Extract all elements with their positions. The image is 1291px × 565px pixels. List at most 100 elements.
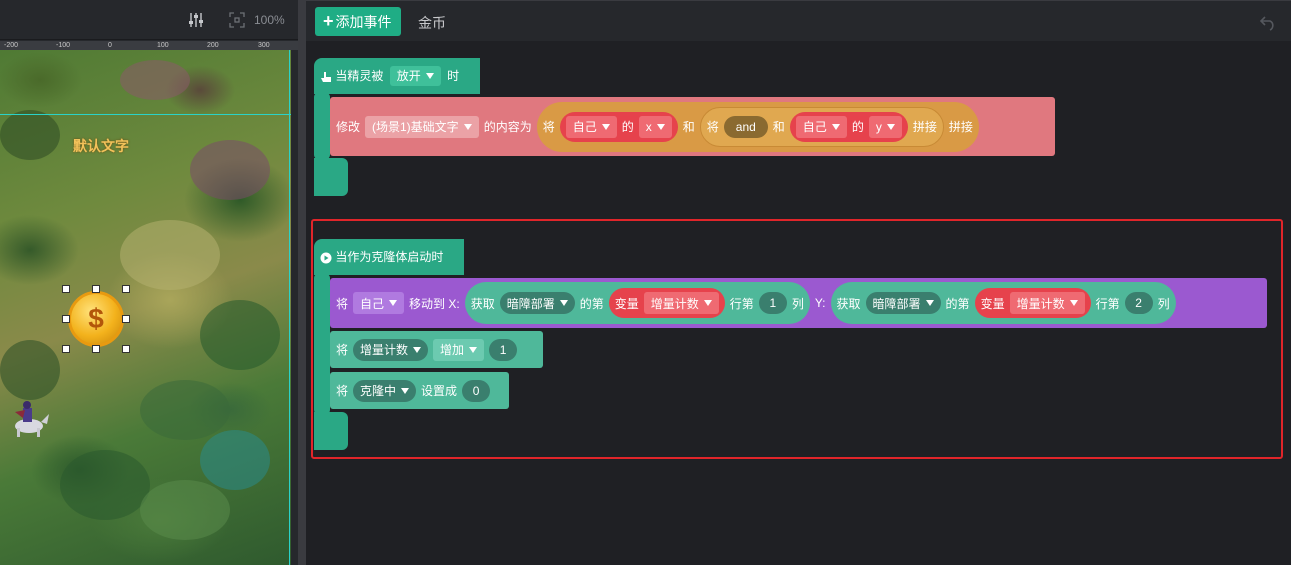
operation-dropdown[interactable]: 增加 — [433, 338, 485, 361]
stage-panel: 100% -200 -100 0 100 200 300 默认文字 $ — [0, 0, 298, 565]
chevron-down-icon — [601, 123, 610, 130]
chevron-down-icon — [559, 300, 568, 306]
event-end-cap — [314, 412, 348, 450]
self-dropdown-value: 自己 — [360, 296, 385, 311]
variable-label: 变量 — [980, 296, 1005, 311]
concat-label: 拼接 — [912, 120, 937, 134]
chevron-down-icon — [413, 346, 422, 353]
stage-toolbar: 100% — [0, 0, 298, 40]
resize-handle[interactable] — [122, 345, 130, 353]
move-to-block[interactable]: 将 自己 移动到 X: 获取 暗障部署 的第 变量 增量计数 行第 1 列 Y:… — [330, 278, 1267, 328]
list-dropdown[interactable]: 暗障部署 — [865, 292, 941, 314]
get-list-item-x-block[interactable]: 获取 暗障部署 的第 变量 增量计数 行第 1 列 — [464, 282, 810, 324]
change-value-input[interactable]: 1 — [489, 338, 518, 361]
chevron-down-icon — [463, 123, 472, 130]
attribute-dropdown[interactable]: x — [638, 115, 672, 138]
variable-dropdown-value: 增量计数 — [650, 296, 699, 311]
self-dropdown[interactable]: 自己 — [795, 115, 847, 138]
terrain-patch — [140, 380, 230, 440]
variable-label: 变量 — [614, 296, 639, 311]
property-y-block[interactable]: 自己 的 y — [789, 111, 908, 142]
add-event-label: 添加事件 — [335, 14, 392, 30]
self-dropdown[interactable]: 自己 — [353, 292, 405, 314]
set-variable-block[interactable]: 将 克隆中 设置成 0 — [330, 372, 509, 409]
plus-icon: + — [323, 11, 334, 31]
terrain-patch — [140, 480, 230, 540]
chevron-down-icon — [925, 300, 934, 306]
set-value-input[interactable]: 0 — [462, 379, 491, 402]
list-dropdown[interactable]: 暗障部署 — [499, 292, 575, 314]
chevron-down-icon — [425, 73, 434, 79]
variable-dropdown[interactable]: 增量计数 — [1009, 292, 1085, 314]
variable-block[interactable]: 变量 增量计数 — [974, 288, 1091, 318]
concat-outer-block[interactable]: 将 自己 的 x 和 将 and 和 自己 的 y 拼接 拼接 — [536, 101, 979, 152]
resize-handle[interactable] — [122, 285, 130, 293]
resize-handle[interactable] — [92, 345, 100, 353]
attribute-dropdown-value: x — [645, 119, 652, 134]
horizontal-ruler: -200 -100 0 100 200 300 — [0, 41, 298, 50]
self-dropdown-value: 自己 — [572, 120, 597, 134]
column-input[interactable]: 2 — [1124, 292, 1153, 314]
variable-dropdown[interactable]: 增量计数 — [353, 338, 429, 361]
hat-suffix: 时 — [447, 69, 460, 83]
terrain-patch — [190, 140, 270, 200]
horse-rider-sprite[interactable] — [5, 398, 49, 438]
set-to-label: 设置成 — [421, 384, 458, 398]
change-variable-block[interactable]: 将 增量计数 增加 1 — [330, 331, 543, 368]
attribute-dropdown-value: y — [875, 119, 882, 134]
index-label: 的第 — [945, 296, 970, 311]
event-end-cap — [314, 158, 348, 196]
variable-dropdown-value: 克隆中 — [360, 384, 397, 398]
and-text-input[interactable]: and — [723, 115, 768, 138]
coin-sprite[interactable]: $ — [62, 285, 130, 353]
stage-canvas[interactable] — [0, 50, 291, 565]
column-label: 列 — [1157, 296, 1170, 311]
default-text-sprite[interactable]: 默认文字 — [73, 136, 129, 156]
coin-symbol: $ — [88, 303, 104, 334]
of-label: 的 — [851, 120, 864, 134]
event-c-arm — [314, 274, 330, 414]
chevron-down-icon — [1069, 300, 1078, 306]
fit-screen-icon[interactable] — [229, 12, 245, 28]
terrain-patch — [0, 340, 60, 400]
event-hat-sprite-released[interactable]: 当精灵被 放开 时 — [314, 58, 480, 94]
modify-text-block[interactable]: 修改 (场景1)基础文字 的内容为 将 自己 的 x 和 将 and 和 自己 … — [330, 97, 1055, 156]
get-list-item-y-block[interactable]: 获取 暗障部署 的第 变量 增量计数 行第 2 列 — [830, 282, 1176, 324]
self-dropdown-value: 自己 — [802, 120, 827, 134]
panel-divider[interactable] — [298, 0, 306, 565]
modify-label: 修改 — [336, 120, 361, 134]
list-dropdown-value: 暗障部署 — [506, 296, 555, 311]
property-x-block[interactable]: 自己 的 x — [559, 111, 678, 142]
self-dropdown[interactable]: 自己 — [565, 115, 617, 138]
adjust-sliders-icon[interactable] — [188, 12, 204, 28]
variable-dropdown[interactable]: 增量计数 — [643, 292, 719, 314]
resize-handle[interactable] — [62, 345, 70, 353]
sprite-tab[interactable]: 金币 — [418, 13, 446, 33]
attribute-dropdown[interactable]: y — [868, 115, 902, 138]
move-to-x-label: 移动到 X: — [409, 296, 460, 311]
ruler-label: -100 — [56, 42, 71, 49]
undo-icon[interactable] — [1259, 13, 1277, 31]
chevron-down-icon — [886, 123, 895, 130]
target-dropdown[interactable]: (场景1)基础文字 — [365, 115, 479, 138]
column-input[interactable]: 1 — [758, 292, 787, 314]
index-label: 的第 — [579, 296, 604, 311]
release-dropdown[interactable]: 放开 — [389, 66, 441, 86]
resize-handle[interactable] — [92, 285, 100, 293]
change-jiang-label: 将 — [336, 343, 349, 357]
and-join-label: 和 — [772, 120, 785, 134]
resize-handle[interactable] — [62, 315, 70, 323]
list-dropdown-value: 暗障部署 — [872, 296, 921, 311]
resize-handle[interactable] — [122, 315, 130, 323]
terrain-patch — [200, 300, 280, 370]
row-label: 行第 — [729, 296, 754, 311]
variable-dropdown[interactable]: 克隆中 — [353, 379, 417, 402]
add-event-button[interactable]: + 添加事件 — [315, 7, 401, 36]
terrain-patch — [120, 60, 190, 100]
event-hat-clone-start[interactable]: 当作为克隆体启动时 — [314, 239, 464, 275]
zoom-level[interactable]: 100% — [254, 13, 285, 27]
ruler-label: 0 — [108, 42, 112, 49]
resize-handle[interactable] — [62, 285, 70, 293]
concat-inner-block[interactable]: 将 and 和 自己 的 y 拼接 — [699, 106, 944, 147]
variable-block[interactable]: 变量 增量计数 — [608, 288, 725, 318]
